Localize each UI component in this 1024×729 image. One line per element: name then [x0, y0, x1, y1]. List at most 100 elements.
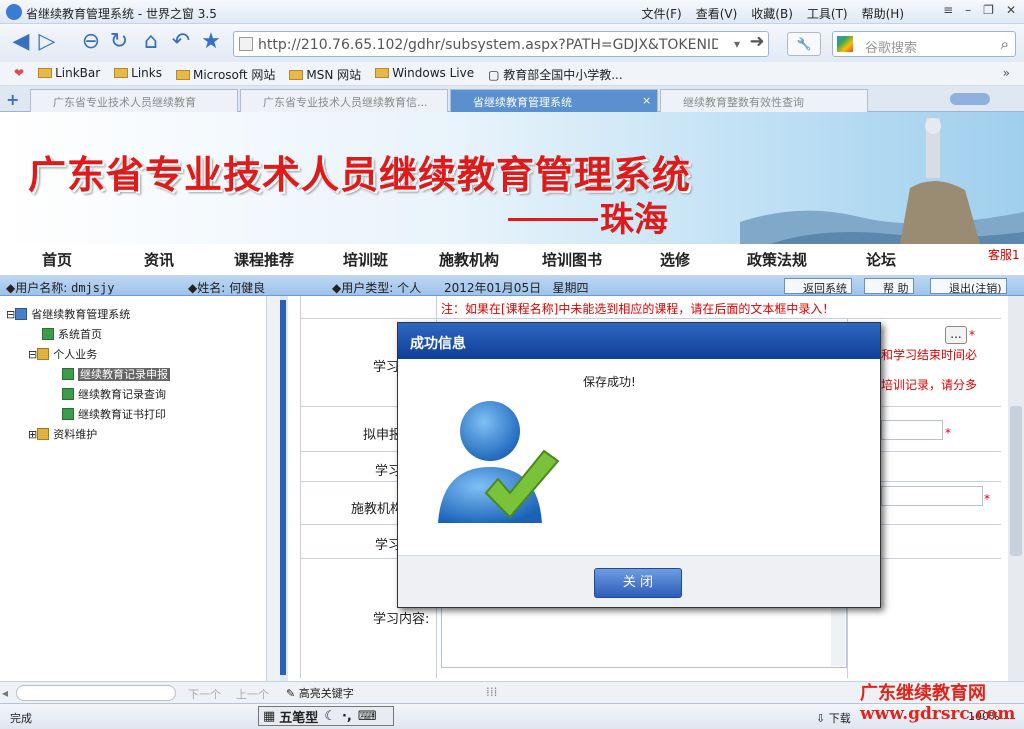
new-tab-icon[interactable]: +	[6, 90, 19, 109]
banner-title: 广东省专业技术人员继续教育管理系统	[28, 152, 692, 197]
scroll-grip-icon[interactable]: ⁞⁞⁞	[486, 685, 497, 699]
nav-elective[interactable]: 选修	[660, 249, 690, 270]
ime-keyboard-icon[interactable]: ⌨	[358, 709, 377, 724]
fav-linkbar[interactable]: LinkBar	[38, 66, 100, 83]
help-button[interactable]: 帮 助	[864, 278, 914, 295]
search-icon[interactable]: ⌕	[1001, 35, 1009, 53]
fav-links[interactable]: Links	[114, 66, 162, 83]
back-system-button[interactable]: 返回系统	[784, 278, 852, 295]
hint-time: 和学习结束时间必	[881, 348, 978, 362]
institution-input[interactable]	[881, 486, 983, 506]
dialog-title: 成功信息	[398, 323, 880, 359]
sidebar-scrollbar[interactable]	[266, 296, 280, 681]
splitter-bar[interactable]	[280, 300, 286, 675]
page-icon	[239, 37, 253, 51]
nav-news[interactable]: 资讯	[144, 249, 174, 270]
tab-3-active[interactable]: 省继续教育管理系统	[450, 89, 658, 112]
favorite-star-icon[interactable]: ★	[198, 28, 224, 56]
ime-toolbar[interactable]: ▦ 五笔型 ☾ ·, ⌨	[258, 706, 394, 726]
find-prev-button[interactable]: 下一个	[188, 686, 221, 702]
find-next-button[interactable]: 上一个	[236, 686, 269, 702]
required-mark: *	[945, 426, 951, 440]
page-vertical-scrollbar[interactable]	[1008, 296, 1024, 681]
tree-item-cert-print[interactable]: 继续教育证书打印	[62, 406, 166, 422]
tree-item-record-apply[interactable]: 继续教育记录申报	[62, 366, 170, 382]
tab-close-icon[interactable]: ×	[642, 94, 651, 107]
go-icon[interactable]: ➜	[744, 28, 770, 56]
expand-icon[interactable]: ⊞	[28, 428, 37, 441]
main-nav: 首页 资讯 课程推荐 培训班 施教机构 培训图书 选修 政策法规 论坛 客服1	[0, 244, 1024, 276]
tab-2[interactable]: 广东省专业技术人员继续教育信...	[240, 89, 448, 112]
tree-item-profile[interactable]: ⊞ 资料维护	[28, 426, 97, 442]
watermark-line1: 广东继续教育网	[860, 683, 986, 704]
back-icon[interactable]: ◀	[8, 28, 34, 56]
refresh-icon[interactable]: ↻	[106, 28, 132, 56]
apply-input[interactable]	[881, 420, 943, 440]
folder-icon	[37, 348, 50, 360]
ime-logo-icon[interactable]: ▦	[263, 709, 275, 724]
tab-scroll-icon[interactable]	[950, 93, 990, 105]
menu-view[interactable]: 查看(V)	[696, 5, 738, 22]
scroll-thumb[interactable]	[1010, 406, 1022, 556]
status-text: 完成	[10, 712, 32, 725]
computer-icon	[15, 308, 28, 320]
nav-institution[interactable]: 施教机构	[439, 249, 499, 270]
name-label: ◆姓名: 何健良	[188, 281, 266, 295]
forward-icon[interactable]: ▷	[34, 28, 60, 56]
nav-training-class[interactable]: 培训班	[343, 249, 388, 270]
page-icon	[62, 408, 74, 420]
stop-icon[interactable]: ⊖	[78, 28, 104, 56]
page-icon	[62, 388, 74, 400]
tab-1[interactable]: 广东省专业技术人员继续教育	[30, 89, 238, 112]
tools-wrench-icon[interactable]: 🔧	[787, 32, 821, 56]
tab-4[interactable]: 继续教育整数有效性查询	[660, 89, 868, 112]
minimize-icon[interactable]: –	[965, 3, 971, 17]
close-icon[interactable]: ✕	[1006, 3, 1016, 17]
fav-msn[interactable]: MSN 网站	[289, 66, 361, 83]
collapse-icon[interactable]: ⊟	[6, 308, 15, 321]
chevron-more-icon[interactable]: »	[1003, 66, 1010, 80]
download-status[interactable]: ⇩ 下载	[816, 710, 851, 726]
banner-dash	[508, 218, 598, 221]
nav-books[interactable]: 培训图书	[542, 249, 602, 270]
menu-icon[interactable]: ≡	[943, 3, 953, 17]
menu-help[interactable]: 帮助(H)	[862, 5, 904, 22]
undo-close-icon[interactable]: ↶	[168, 28, 194, 56]
hint-split: 培训记录，请分多	[881, 378, 978, 392]
restore-icon[interactable]: ❐	[983, 3, 994, 17]
nav-forum[interactable]: 论坛	[866, 249, 896, 270]
address-url: http://210.76.65.102/gdhr/subsystem.aspx…	[258, 37, 718, 53]
logout-button[interactable]: 退出(注销)	[930, 278, 1007, 295]
user-check-icon	[438, 401, 560, 523]
highlight-keyword-button[interactable]: ✎ 高亮关键字	[286, 685, 354, 701]
menu-file[interactable]: 文件(F)	[641, 5, 681, 22]
tree-item-personal[interactable]: ⊟ 个人业务	[28, 346, 97, 362]
tree-root[interactable]: ⊟ 省继续教育管理系统	[6, 306, 130, 322]
home-icon[interactable]: ⌂	[138, 28, 164, 56]
nav-policy[interactable]: 政策法规	[747, 249, 807, 270]
fav-moe[interactable]: ▢ 教育部全国中小学教...	[488, 66, 623, 83]
find-input[interactable]	[16, 685, 176, 701]
label-content: 学习内容:	[373, 612, 430, 627]
tree-item-record-query[interactable]: 继续教育记录查询	[62, 386, 166, 402]
ime-moon-icon[interactable]: ☾	[324, 709, 336, 724]
address-bar[interactable]: http://210.76.65.102/gdhr/subsystem.aspx…	[233, 31, 769, 57]
more-button[interactable]: ...	[945, 326, 967, 344]
scroll-left-icon[interactable]: ◂	[2, 686, 8, 700]
search-box[interactable]: 谷歌搜索 ⌕	[832, 31, 1016, 57]
favorites-heart-icon[interactable]: ❤	[14, 66, 24, 83]
fav-windows-live[interactable]: Windows Live	[375, 66, 474, 83]
ime-punct-icon[interactable]: ·,	[342, 709, 352, 724]
collapse-icon[interactable]: ⊟	[28, 348, 37, 361]
nav-course-recommend[interactable]: 课程推荐	[234, 249, 294, 270]
service-link[interactable]: 客服1	[988, 246, 1020, 263]
fav-microsoft[interactable]: Microsoft 网站	[175, 66, 275, 83]
tree-item-home[interactable]: 系统首页	[42, 326, 102, 342]
row-divider	[301, 318, 1001, 319]
menu-tools[interactable]: 工具(T)	[807, 5, 848, 22]
menu-favorites[interactable]: 收藏(B)	[751, 5, 793, 22]
nav-home[interactable]: 首页	[42, 249, 72, 270]
close-button[interactable]: 关 闭	[594, 568, 682, 598]
ime-mode[interactable]: 五笔型	[279, 707, 318, 726]
address-dropdown-icon[interactable]: ▾	[734, 37, 740, 51]
